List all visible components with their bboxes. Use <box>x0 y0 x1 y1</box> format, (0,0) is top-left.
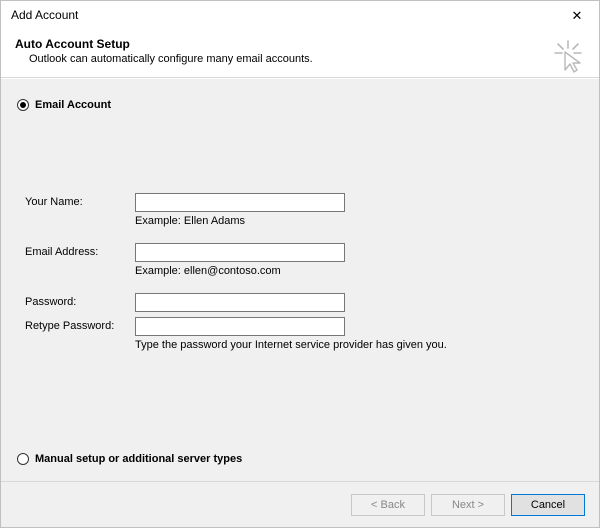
close-button[interactable]: ✕ <box>555 1 599 29</box>
retype-password-label: Retype Password: <box>25 320 135 332</box>
add-account-dialog: Add Account ✕ Auto Account Setup Outlook… <box>0 0 600 528</box>
header-subtitle: Outlook can automatically configure many… <box>15 53 585 65</box>
header-band: Auto Account Setup Outlook can automatic… <box>1 29 599 78</box>
your-name-example-row: Example: Ellen Adams <box>25 215 583 231</box>
your-name-label: Your Name: <box>25 196 135 208</box>
password-hint: Type the password your Internet service … <box>135 339 583 351</box>
row-retype-password: Retype Password: <box>25 315 583 337</box>
back-button: < Back <box>351 494 425 516</box>
cursor-click-icon <box>551 39 585 73</box>
email-address-example: Example: ellen@contoso.com <box>135 265 583 277</box>
row-email-address: Email Address: <box>25 241 583 263</box>
manual-setup-label: Manual setup or additional server types <box>35 453 242 465</box>
your-name-example: Example: Ellen Adams <box>135 215 583 227</box>
close-icon: ✕ <box>572 9 583 22</box>
your-name-input[interactable] <box>135 193 345 212</box>
window-title: Add Account <box>11 8 78 22</box>
body-area: Email Account Your Name: Example: Ellen … <box>1 78 599 481</box>
email-address-example-row: Example: ellen@contoso.com <box>25 265 583 281</box>
radio-manual-setup[interactable]: Manual setup or additional server types <box>17 453 242 465</box>
cancel-button[interactable]: Cancel <box>511 494 585 516</box>
password-label: Password: <box>25 296 135 308</box>
row-your-name: Your Name: <box>25 191 583 213</box>
footer-bar: < Back Next > Cancel <box>1 481 599 527</box>
email-account-label: Email Account <box>35 99 111 111</box>
radio-email-account[interactable]: Email Account <box>17 99 583 111</box>
email-address-input[interactable] <box>135 243 345 262</box>
retype-password-input[interactable] <box>135 317 345 336</box>
header-title: Auto Account Setup <box>15 37 585 51</box>
radio-dot-icon <box>17 453 29 465</box>
email-address-label: Email Address: <box>25 246 135 258</box>
next-button[interactable]: Next > <box>431 494 505 516</box>
radio-dot-icon <box>17 99 29 111</box>
title-bar: Add Account ✕ <box>1 1 599 29</box>
form-block: Your Name: Example: Ellen Adams Email Ad… <box>25 191 583 355</box>
password-hint-row: Type the password your Internet service … <box>25 339 583 355</box>
password-input[interactable] <box>135 293 345 312</box>
row-password: Password: <box>25 291 583 313</box>
